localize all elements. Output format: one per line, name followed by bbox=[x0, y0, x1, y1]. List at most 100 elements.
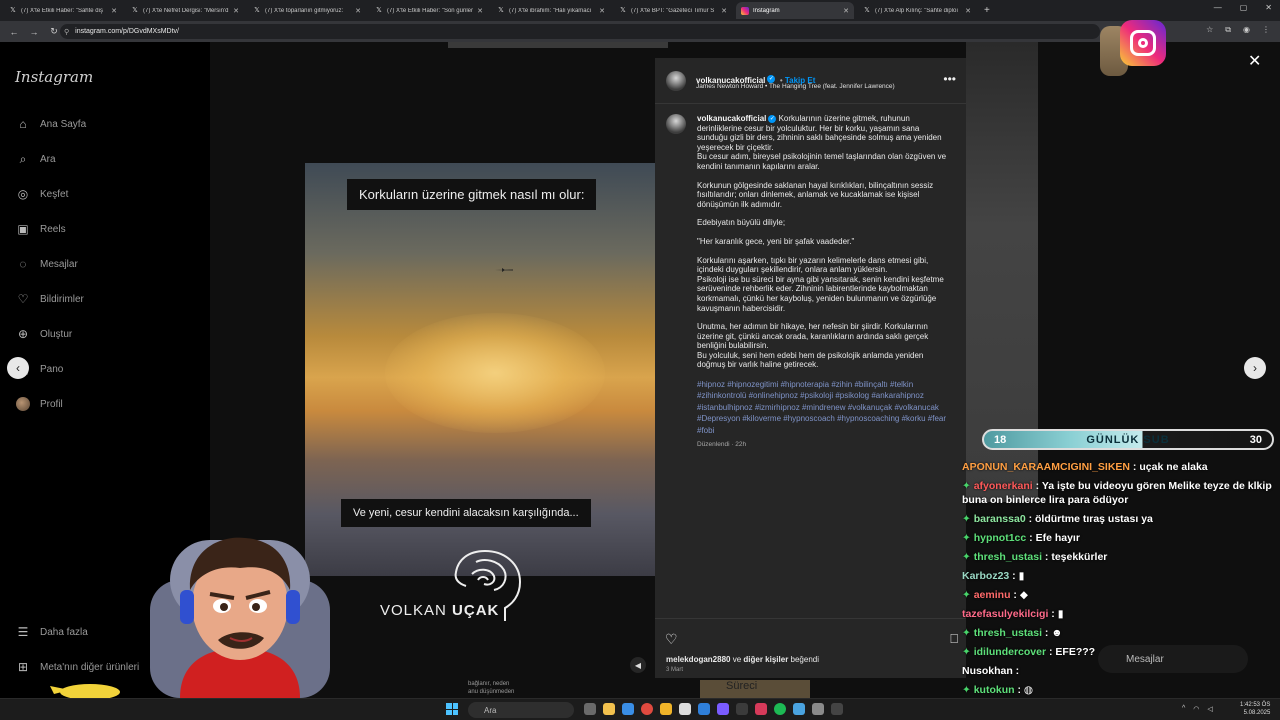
chat-username[interactable]: kutokun bbox=[974, 684, 1015, 696]
browser-tab[interactable]: 𝕏 (7) X'te toparlanın gitmiyoruz: ✕ bbox=[248, 2, 366, 19]
system-clock[interactable]: 1:42:53 ÖS 5.08.2025 bbox=[1240, 701, 1270, 717]
sidebar-item-ara[interactable]: ⌕ Ara bbox=[14, 149, 56, 169]
audio-track[interactable]: James Newton Howard • The Hanging Tree (… bbox=[696, 83, 895, 90]
chat-username[interactable]: afyonerkani bbox=[974, 480, 1033, 492]
minimize-icon[interactable]: — bbox=[1214, 3, 1222, 12]
background-caption-line: bağlanır, neden bbox=[468, 681, 510, 687]
chat-username[interactable]: Karboz23 bbox=[962, 570, 1009, 582]
chat-username[interactable]: tazefasulyekilcigi bbox=[962, 608, 1048, 620]
diamond-badge-icon: ✦ bbox=[962, 551, 974, 563]
taskbar-search[interactable]: Ara bbox=[468, 702, 574, 718]
tab-close-icon[interactable]: ✕ bbox=[843, 7, 849, 15]
discord-icon[interactable] bbox=[717, 703, 729, 715]
caption-avatar[interactable] bbox=[666, 114, 686, 134]
chrome-icon[interactable] bbox=[641, 703, 653, 715]
new-tab-button[interactable]: + bbox=[984, 5, 990, 16]
forward-icon[interactable]: → bbox=[28, 27, 40, 37]
browser-tab[interactable]: 𝕏 (7) X'te Etkili Haber: "Sahte diş ✕ bbox=[4, 2, 122, 19]
sidebar-item-label: Pano bbox=[40, 363, 64, 375]
chevron-up-icon[interactable]: ^ bbox=[1182, 705, 1185, 713]
file-explorer-icon[interactable] bbox=[603, 703, 615, 715]
star-icon[interactable]: ☆ bbox=[1206, 25, 1213, 35]
liker-username[interactable]: melekdogan2880 bbox=[666, 655, 730, 664]
sidebar-item-ana-sayfa[interactable]: ⌂ Ana Sayfa bbox=[14, 114, 86, 134]
menu-icon[interactable]: ⋮ bbox=[1262, 25, 1270, 35]
chat-username[interactable]: baranssa0 bbox=[974, 513, 1026, 525]
browser-tab[interactable]: 𝕏 (7) X'te Alp Kılınç: "Sahte diploı ✕ bbox=[858, 2, 976, 19]
chat-username[interactable]: hypnot1cc bbox=[974, 532, 1027, 544]
folder-icon[interactable] bbox=[660, 703, 672, 715]
app-icon[interactable] bbox=[698, 703, 710, 715]
chat-username[interactable]: thresh_ustasi bbox=[974, 627, 1042, 639]
spotify-icon[interactable] bbox=[774, 703, 786, 715]
notepad-icon[interactable] bbox=[679, 703, 691, 715]
close-window-icon[interactable]: ✕ bbox=[1265, 3, 1272, 12]
app-icon[interactable] bbox=[584, 703, 596, 715]
sidebar-item-mesajlar[interactable]: ◌ Mesajlar bbox=[14, 254, 78, 274]
sidebar-item-bildirimler[interactable]: ♡ Bildirimler bbox=[14, 289, 84, 309]
messages-button[interactable]: Mesajlar bbox=[1098, 645, 1248, 673]
tab-close-icon[interactable]: ✕ bbox=[965, 7, 971, 15]
diamond-badge-icon: ✦ bbox=[962, 480, 974, 492]
tab-close-icon[interactable]: ✕ bbox=[355, 7, 361, 15]
verified-badge-icon: ✓ bbox=[767, 74, 776, 83]
windows-start-icon[interactable] bbox=[446, 703, 458, 715]
sidebar-item-label: Ara bbox=[40, 153, 56, 165]
next-post-button[interactable]: › bbox=[1244, 357, 1266, 379]
sidebar-item-oluştur[interactable]: ⊕ Oluştur bbox=[14, 324, 72, 344]
tab-close-icon[interactable]: ✕ bbox=[721, 7, 727, 15]
author-avatar[interactable] bbox=[666, 71, 686, 91]
meta-products-button[interactable]: ⊞ Meta'nın diğer ürünleri bbox=[14, 657, 139, 677]
chat-username[interactable]: APONUN_KARAAMCIGINI_SIKEN bbox=[962, 461, 1130, 473]
post-media[interactable]: Korkuların üzerine gitmek nasıl mı olur:… bbox=[305, 163, 656, 576]
browser-tab[interactable]: 𝕏 (7) X'te Nefret Dergisi: "Mersin'd ✕ bbox=[126, 2, 244, 19]
more-button[interactable]: ☰ Daha fazla bbox=[14, 622, 88, 642]
tab-close-icon[interactable]: ✕ bbox=[477, 7, 483, 15]
post-date: 3 Mart bbox=[666, 667, 684, 673]
like-heart-icon[interactable]: ♡ bbox=[665, 631, 678, 648]
sidebar-item-profil[interactable]: Profil bbox=[14, 394, 63, 414]
app-icon[interactable] bbox=[793, 703, 805, 715]
sidebar-item-label: Reels bbox=[40, 223, 66, 235]
maximize-icon[interactable]: ▢ bbox=[1240, 3, 1248, 12]
profile-icon[interactable]: ◉ bbox=[1243, 25, 1250, 35]
tab-close-icon[interactable]: ✕ bbox=[111, 7, 117, 15]
chat-username[interactable]: idilundercover bbox=[974, 646, 1046, 658]
wifi-icon[interactable]: ◠ bbox=[1193, 705, 1199, 713]
sidebar-item-label: Mesajlar bbox=[40, 258, 78, 270]
reload-icon[interactable]: ↻ bbox=[48, 26, 60, 37]
chat-username[interactable]: Nusokhan bbox=[962, 665, 1013, 677]
sidebar-item-reels[interactable]: ▣ Reels bbox=[14, 219, 66, 239]
more-options-icon[interactable]: ••• bbox=[943, 72, 956, 86]
app-icon[interactable] bbox=[812, 703, 824, 715]
edge-icon[interactable] bbox=[622, 703, 634, 715]
back-icon[interactable]: ← bbox=[8, 27, 20, 37]
other-likers-link[interactable]: diğer kişiler bbox=[743, 655, 788, 664]
tab-close-icon[interactable]: ✕ bbox=[233, 7, 239, 15]
tab-instagram[interactable]: Instagram ✕ bbox=[736, 2, 854, 19]
browser-tab[interactable]: 𝕏 (7) X'te BPT: "Gazeteci Timur S ✕ bbox=[614, 2, 732, 19]
obs-icon[interactable] bbox=[831, 703, 843, 715]
chat-username[interactable]: aeminu bbox=[974, 589, 1011, 601]
chat-username[interactable]: thresh_ustasi bbox=[974, 551, 1042, 563]
browser-tab[interactable]: 𝕏 (7) X'te Etkili Haber: "Son günler ✕ bbox=[370, 2, 488, 19]
app-icon[interactable] bbox=[755, 703, 767, 715]
browser-tab[interactable]: 𝕏 (7) X'te ibrahim: "Halı yıkamacı ✕ bbox=[492, 2, 610, 19]
heart-icon: ♡ bbox=[17, 292, 29, 306]
address-bar[interactable]: ⚲ instagram.com/p/DGvdMXsMDtv/ bbox=[60, 24, 1100, 39]
mute-button[interactable]: ◀ bbox=[630, 657, 646, 673]
caption-username[interactable]: volkanucakofficial bbox=[697, 114, 766, 123]
bookmark-icon[interactable]: ⎕ bbox=[950, 631, 958, 647]
clock-time: 1:42:53 ÖS bbox=[1240, 702, 1271, 708]
volume-icon[interactable]: ◁ bbox=[1207, 705, 1212, 713]
sidebar-item-label: Profil bbox=[40, 398, 63, 410]
tab-close-icon[interactable]: ✕ bbox=[599, 7, 605, 15]
app-icon[interactable] bbox=[736, 703, 748, 715]
extensions-icon[interactable]: ⧉ bbox=[1225, 25, 1231, 35]
instagram-logo[interactable]: Instagram bbox=[15, 68, 93, 86]
previous-post-button[interactable]: ‹ bbox=[7, 357, 29, 379]
sidebar-item-keşfet[interactable]: ◎ Keşfet bbox=[14, 184, 69, 204]
site-info-icon[interactable]: ⚲ bbox=[64, 28, 69, 36]
close-modal-icon[interactable]: ✕ bbox=[1248, 51, 1261, 71]
hashtags[interactable]: #hipnoz #hipnozegitimi #hipnoterapia #zi… bbox=[697, 379, 952, 436]
